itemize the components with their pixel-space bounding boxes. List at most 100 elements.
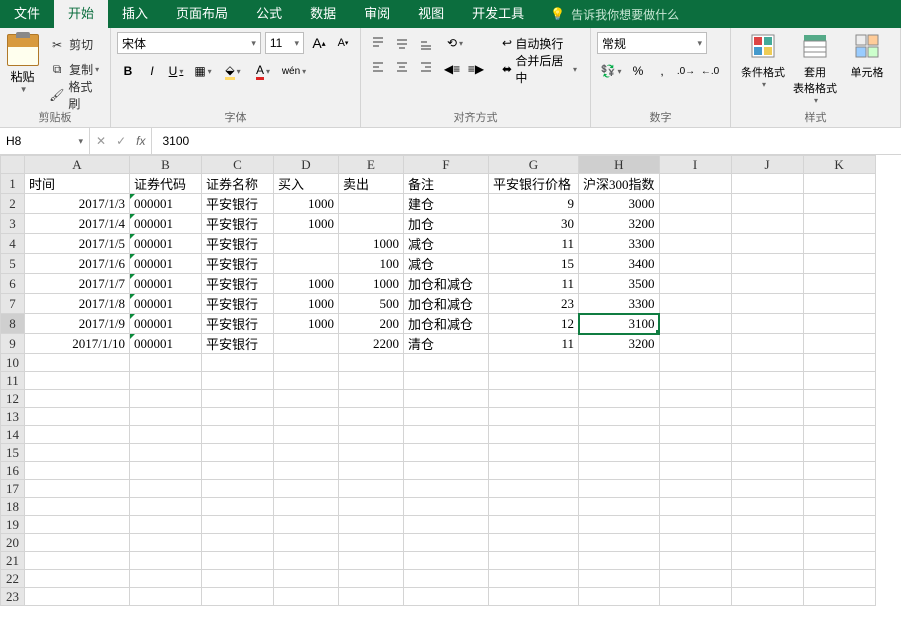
cell-D4[interactable]: [274, 234, 339, 254]
cell-H15[interactable]: [579, 444, 660, 462]
cell-C6[interactable]: 平安银行: [202, 274, 274, 294]
cell-I21[interactable]: [659, 552, 731, 570]
cell-J1[interactable]: [731, 174, 803, 194]
cell-C10[interactable]: [202, 354, 274, 372]
cell-B1[interactable]: 证券代码: [130, 174, 202, 194]
cell-I20[interactable]: [659, 534, 731, 552]
cell-H4[interactable]: 3300: [579, 234, 660, 254]
cell-C9[interactable]: 平安银行: [202, 334, 274, 354]
number-format-combo[interactable]: 常规▾: [597, 32, 707, 54]
cell-H13[interactable]: [579, 408, 660, 426]
cell-B8[interactable]: 000001: [130, 314, 202, 334]
cell-E17[interactable]: [339, 480, 404, 498]
cell-J14[interactable]: [731, 426, 803, 444]
row-header-2[interactable]: 2: [1, 194, 25, 214]
fill-color-button[interactable]: ⬙▾: [219, 60, 247, 82]
row-header-23[interactable]: 23: [1, 588, 25, 606]
row-header-9[interactable]: 9: [1, 334, 25, 354]
cell-K22[interactable]: [803, 570, 875, 588]
cell-B22[interactable]: [130, 570, 202, 588]
align-right-button[interactable]: [415, 56, 437, 78]
cell-C2[interactable]: 平安银行: [202, 194, 274, 214]
cell-C19[interactable]: [202, 516, 274, 534]
cell-A20[interactable]: [25, 534, 130, 552]
cell-D17[interactable]: [274, 480, 339, 498]
paste-dropdown[interactable]: ▼: [20, 85, 28, 94]
cell-F14[interactable]: [404, 426, 489, 444]
cell-G23[interactable]: [489, 588, 579, 606]
cell-A14[interactable]: [25, 426, 130, 444]
cell-B10[interactable]: [130, 354, 202, 372]
cell-B20[interactable]: [130, 534, 202, 552]
cell-E16[interactable]: [339, 462, 404, 480]
cell-G15[interactable]: [489, 444, 579, 462]
row-header-22[interactable]: 22: [1, 570, 25, 588]
cell-K17[interactable]: [803, 480, 875, 498]
cell-C13[interactable]: [202, 408, 274, 426]
cell-K10[interactable]: [803, 354, 875, 372]
font-color-button[interactable]: A▾: [249, 60, 277, 82]
cell-H18[interactable]: [579, 498, 660, 516]
cell-H2[interactable]: 3000: [579, 194, 660, 214]
cell-C15[interactable]: [202, 444, 274, 462]
cell-J6[interactable]: [731, 274, 803, 294]
cell-G4[interactable]: 11: [489, 234, 579, 254]
cell-I16[interactable]: [659, 462, 731, 480]
spreadsheet-grid[interactable]: ABCDEFGHIJK1时间证券代码证券名称买入卖出备注平安银行价格沪深300指…: [0, 155, 901, 606]
decrease-font-button[interactable]: A▾: [332, 32, 354, 54]
cell-D9[interactable]: [274, 334, 339, 354]
align-center-button[interactable]: [391, 56, 413, 78]
col-header-D[interactable]: D: [274, 156, 339, 174]
cell-J9[interactable]: [731, 334, 803, 354]
cell-B6[interactable]: 000001: [130, 274, 202, 294]
cell-F7[interactable]: 加仓和减仓: [404, 294, 489, 314]
cell-J15[interactable]: [731, 444, 803, 462]
cell-A18[interactable]: [25, 498, 130, 516]
col-header-B[interactable]: B: [130, 156, 202, 174]
cell-D15[interactable]: [274, 444, 339, 462]
format-as-table-button[interactable]: 套用 表格格式 ▾: [789, 32, 841, 107]
cell-E6[interactable]: 1000: [339, 274, 404, 294]
cell-A8[interactable]: 2017/1/9: [25, 314, 130, 334]
cell-A6[interactable]: 2017/1/7: [25, 274, 130, 294]
cell-A22[interactable]: [25, 570, 130, 588]
cell-K1[interactable]: [803, 174, 875, 194]
cell-D12[interactable]: [274, 390, 339, 408]
cell-B7[interactable]: 000001: [130, 294, 202, 314]
cell-G6[interactable]: 11: [489, 274, 579, 294]
cell-D7[interactable]: 1000: [274, 294, 339, 314]
cell-D5[interactable]: [274, 254, 339, 274]
cell-G20[interactable]: [489, 534, 579, 552]
align-bottom-button[interactable]: [415, 32, 437, 54]
cell-E21[interactable]: [339, 552, 404, 570]
cell-K21[interactable]: [803, 552, 875, 570]
tab-data[interactable]: 数据: [296, 0, 350, 28]
cell-H11[interactable]: [579, 372, 660, 390]
cell-K3[interactable]: [803, 214, 875, 234]
cell-J20[interactable]: [731, 534, 803, 552]
row-header-7[interactable]: 7: [1, 294, 25, 314]
increase-font-button[interactable]: A▴: [308, 32, 330, 54]
cell-J12[interactable]: [731, 390, 803, 408]
cell-D6[interactable]: 1000: [274, 274, 339, 294]
cell-I2[interactable]: [659, 194, 731, 214]
tab-insert[interactable]: 插入: [108, 0, 162, 28]
align-top-button[interactable]: [367, 32, 389, 54]
cell-C21[interactable]: [202, 552, 274, 570]
cell-I8[interactable]: [659, 314, 731, 334]
row-header-15[interactable]: 15: [1, 444, 25, 462]
cell-H21[interactable]: [579, 552, 660, 570]
cell-I11[interactable]: [659, 372, 731, 390]
format-painter-button[interactable]: 🖌格式刷: [45, 84, 104, 106]
cell-I19[interactable]: [659, 516, 731, 534]
cell-D13[interactable]: [274, 408, 339, 426]
cell-F23[interactable]: [404, 588, 489, 606]
cell-E18[interactable]: [339, 498, 404, 516]
cell-G18[interactable]: [489, 498, 579, 516]
cell-F5[interactable]: 减仓: [404, 254, 489, 274]
cell-D10[interactable]: [274, 354, 339, 372]
row-header-6[interactable]: 6: [1, 274, 25, 294]
cell-I3[interactable]: [659, 214, 731, 234]
align-left-button[interactable]: [367, 56, 389, 78]
cell-A17[interactable]: [25, 480, 130, 498]
